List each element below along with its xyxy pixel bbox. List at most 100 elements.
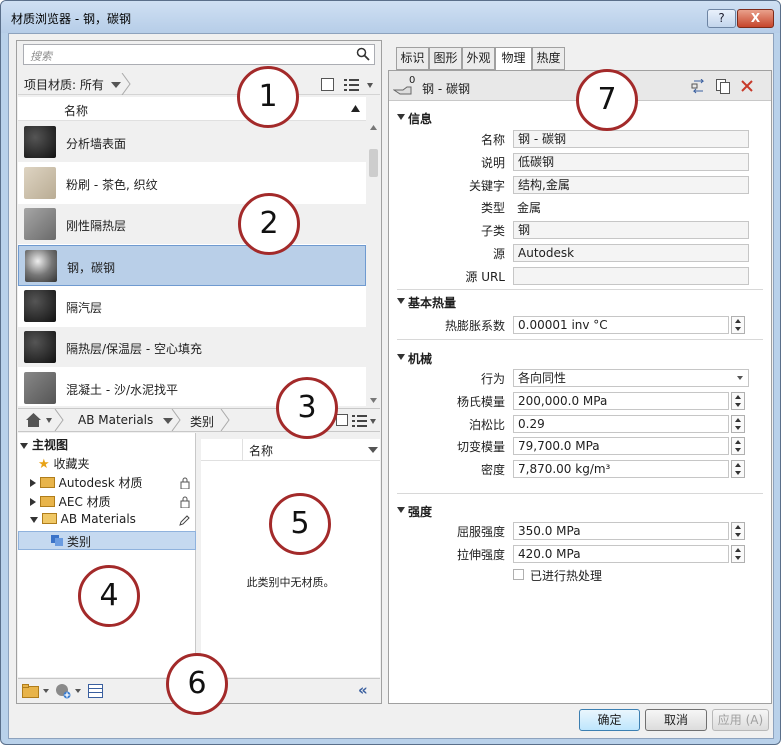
section-mechanical[interactable]: 机械 [397,350,432,367]
collapse-icon[interactable] [20,443,28,449]
tree-item-autodesk[interactable]: Autodesk 材质 [30,474,194,493]
density-field[interactable]: 7,870.00 kg/m³ [513,460,729,478]
tab-thermal[interactable]: 热度 [532,47,565,70]
remove-asset-icon[interactable] [741,80,753,92]
edit-pencil-icon[interactable] [178,514,190,527]
collapse-panel-icon[interactable]: « [358,681,368,699]
tab-physical[interactable]: 物理 [495,47,532,71]
behavior-select[interactable]: 各向同性 [513,369,749,387]
list-view-icon[interactable] [352,414,367,427]
chevron-down-icon[interactable] [111,82,121,88]
tensile-strength-label: 拉伸强度 [456,548,505,562]
youngs-modulus-field[interactable]: 200,000.0 MPa [513,392,729,410]
list-item[interactable]: 分析墙表面 [18,122,366,163]
heat-treated-checkbox[interactable] [513,569,524,580]
description-label: 说明 [480,156,505,170]
filter-dropdown[interactable]: 项目材质: 所有 [24,76,104,93]
section-thermal[interactable]: 基本热量 [397,294,456,311]
cancel-button[interactable]: 取消 [645,709,707,731]
list-item[interactable]: 刚性隔热层 [18,204,366,245]
list-view-icon[interactable] [344,78,360,91]
replace-asset-icon[interactable] [691,79,706,94]
search-input[interactable]: 搜索 [23,44,375,65]
panel-view-icon[interactable] [321,78,334,91]
material-swatch [24,290,56,322]
close-button[interactable]: X [737,9,774,28]
shear-modulus-spinner[interactable] [731,437,745,455]
expand-icon[interactable] [30,498,36,506]
home-icon[interactable] [26,413,41,427]
density-spinner[interactable] [731,460,745,478]
youngs-modulus-spinner[interactable] [731,392,745,410]
create-material-icon[interactable] [55,683,71,699]
ok-button[interactable]: 确定 [579,709,640,731]
list-item[interactable]: 隔热层/保温层 - 空心填充 [18,327,366,368]
scroll-up-icon[interactable] [370,125,377,130]
chevron-down-icon[interactable] [737,376,743,380]
poisson-ratio-spinner[interactable] [731,415,745,433]
expand-icon[interactable] [30,479,36,487]
apply-button[interactable]: 应用 (A) [712,709,769,731]
name-field[interactable]: 钢 - 碳钢 [513,130,749,148]
sort-ascending-icon[interactable] [351,105,360,112]
section-title: 信息 [408,112,433,126]
chevron-down-icon[interactable] [75,689,81,693]
yield-strength-spinner[interactable] [731,522,745,540]
list-item[interactable]: 隔汽层 [18,286,366,327]
section-info[interactable]: 信息 [397,110,432,127]
tensile-strength-field[interactable]: 420.0 MPa [513,545,729,563]
shear-modulus-field[interactable]: 79,700.0 MPa [513,437,729,455]
density-label: 密度 [480,463,505,477]
source-label: 源 [492,247,505,261]
library-dropdown[interactable]: AB Materials [78,413,153,427]
tab-identity[interactable]: 标识 [396,47,429,70]
description-field[interactable]: 低碳钢 [513,153,749,171]
chevron-down-icon[interactable] [368,447,378,453]
source-url-field[interactable] [513,267,749,285]
tree-item-aec[interactable]: AEC 材质 [30,493,194,512]
breadcrumb-arrow-icon [54,409,64,431]
panel-view-icon[interactable] [336,414,348,426]
source-field[interactable]: Autodesk [513,244,749,262]
tree-item-ab-materials[interactable]: AB Materials [30,512,194,531]
section-strength[interactable]: 强度 [397,503,432,520]
keywords-field[interactable]: 结构,金属 [513,176,749,194]
subtype-field[interactable]: 钢 [513,221,749,239]
thermal-expansion-field[interactable]: 0.00001 inv °C [513,316,729,334]
thermal-expansion-spinner[interactable] [731,316,745,334]
lock-icon [180,477,190,489]
tab-graphics[interactable]: 图形 [429,47,462,70]
list-item-label: 隔热层/保温层 - 空心填充 [66,342,203,356]
library-folder-icon[interactable] [22,684,40,698]
help-button[interactable]: ? [707,9,736,28]
empty-category-message: 此类别中无材质。 [246,576,335,589]
list-scrollbar[interactable] [367,122,380,406]
heat-treated-label: 已进行热处理 [530,569,603,583]
view-dropdown-icon[interactable] [367,83,373,88]
yield-strength-field[interactable]: 350.0 MPa [513,522,729,540]
list-item-selected[interactable]: 钢，碳钢 [18,245,366,286]
category-crumb[interactable]: 类别 [190,413,214,430]
callout-4: 4 [78,565,140,627]
asset-name: 钢 - 碳钢 [422,82,470,96]
lock-icon [180,496,190,508]
list-item[interactable]: 粉刷 - 茶色, 织纹 [18,163,366,204]
asset-editor-icon[interactable] [88,684,103,698]
tree-item-category-selected[interactable]: 类别 [18,531,196,550]
tree-item-favorites[interactable]: ★ 收藏夹 [38,455,90,474]
chevron-down-icon[interactable] [43,689,49,693]
scroll-down-icon[interactable] [370,398,377,403]
tree-item-home[interactable]: 主视图 [20,436,68,455]
poisson-ratio-field[interactable]: 0.29 [513,415,729,433]
duplicate-asset-icon[interactable] [716,79,730,94]
tab-appearance[interactable]: 外观 [462,47,495,70]
view-dropdown-icon[interactable] [370,419,376,424]
list-column-header[interactable]: 名称 [18,97,366,121]
search-icon[interactable] [356,47,370,61]
scrollbar-thumb[interactable] [369,149,378,177]
category-list-header[interactable]: 名称 [201,439,380,461]
chevron-down-icon[interactable] [46,418,52,423]
tensile-strength-spinner[interactable] [731,545,745,563]
collapse-icon[interactable] [30,517,38,523]
tree-item-label: 收藏夹 [53,457,90,471]
